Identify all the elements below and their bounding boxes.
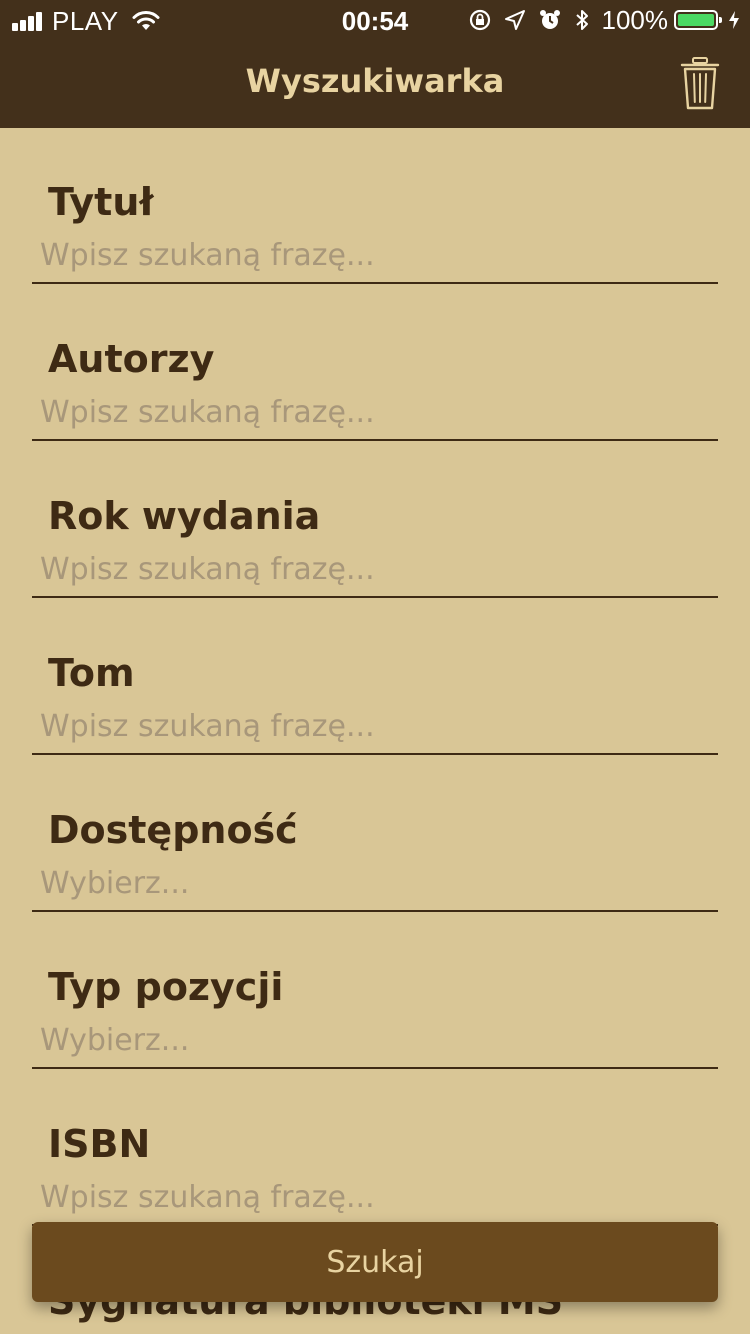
field-item-type: Typ pozycji (0, 913, 750, 1070)
field-authors: Autorzy (0, 285, 750, 442)
orientation-lock-icon (468, 8, 492, 32)
isbn-input[interactable] (32, 1170, 718, 1226)
field-volume: Tom (0, 599, 750, 756)
field-year: Rok wydania (0, 442, 750, 599)
field-title: Tytuł (0, 128, 750, 285)
field-isbn: ISBN (0, 1070, 750, 1227)
availability-select[interactable] (32, 856, 718, 912)
trash-icon (680, 57, 720, 110)
item-type-select[interactable] (32, 1013, 718, 1069)
battery-icon (674, 10, 722, 30)
clear-button[interactable] (680, 56, 720, 112)
battery-percentage: 100% (601, 4, 669, 35)
status-right: 100% (468, 4, 741, 36)
field-label: Dostępność (48, 808, 298, 852)
page-title: Wyszukiwarka (245, 62, 505, 100)
field-label: Autorzy (48, 337, 215, 381)
field-label: Tytuł (48, 180, 154, 224)
title-input[interactable] (32, 228, 718, 284)
search-form: Tytuł Autorzy Rok wydania Tom Dostępność… (0, 128, 750, 1334)
bluetooth-icon (574, 8, 590, 32)
field-label: Typ pozycji (48, 965, 284, 1009)
nav-bar: Wyszukiwarka (0, 40, 750, 128)
search-button[interactable]: Szukaj (32, 1222, 718, 1302)
field-availability: Dostępność (0, 756, 750, 913)
field-label: Rok wydania (48, 494, 321, 538)
field-label: Tom (48, 651, 135, 695)
location-icon (504, 9, 526, 31)
year-input[interactable] (32, 542, 718, 598)
charging-icon (728, 10, 740, 30)
volume-input[interactable] (32, 699, 718, 755)
authors-input[interactable] (32, 385, 718, 441)
alarm-icon (538, 8, 562, 32)
status-bar: PLAY 00:54 100% (0, 0, 750, 40)
field-label: ISBN (48, 1122, 151, 1166)
